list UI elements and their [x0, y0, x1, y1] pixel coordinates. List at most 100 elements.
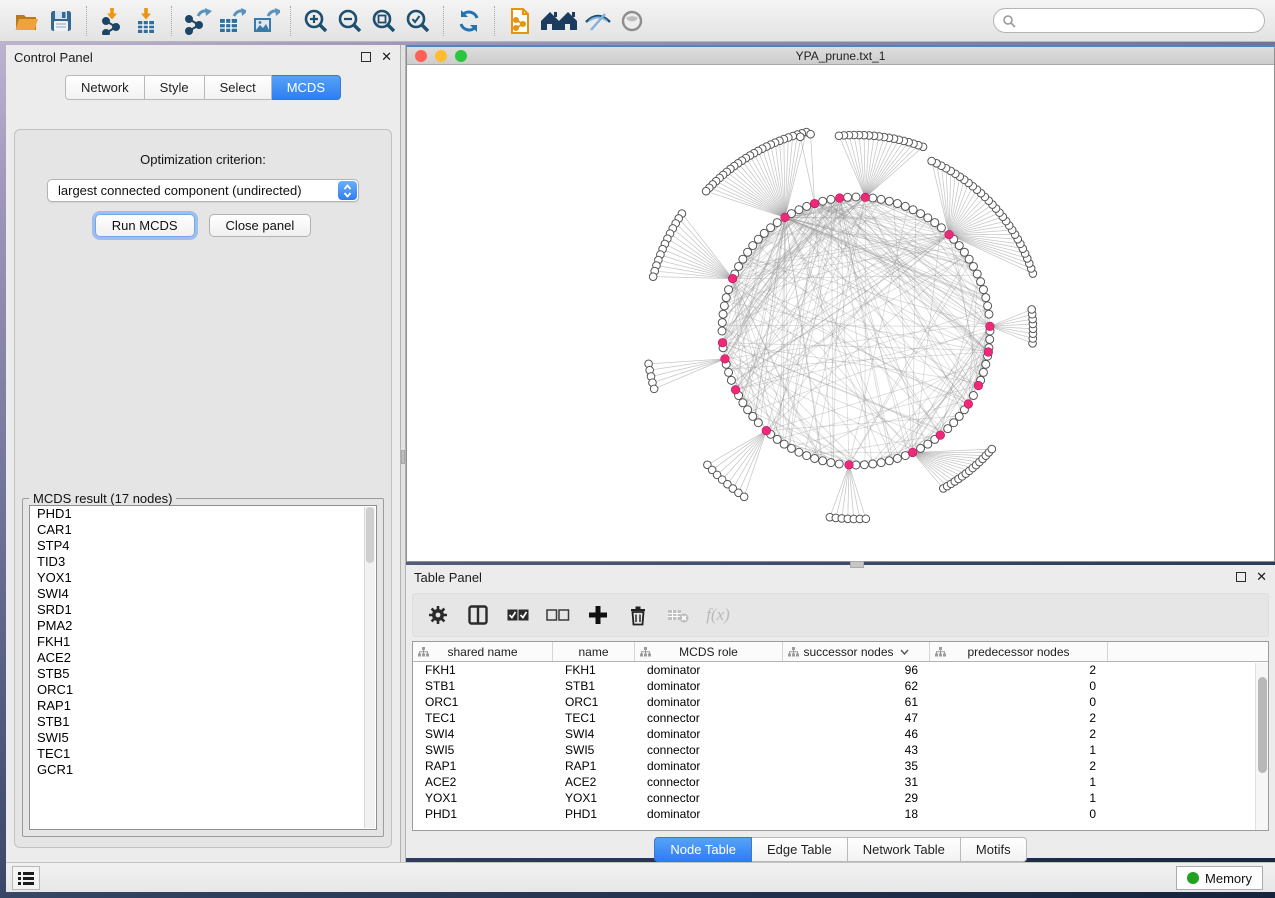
search-field[interactable]: [993, 8, 1265, 33]
deselect-all-button[interactable]: [545, 602, 571, 628]
table-cell: dominator: [635, 806, 783, 822]
table-cell: 61: [783, 694, 930, 710]
mcds-result-item[interactable]: SWI5: [30, 730, 376, 746]
show-all-button[interactable]: [615, 4, 649, 38]
table-row[interactable]: TEC1TEC1connector472: [413, 710, 1268, 726]
run-mcds-button[interactable]: Run MCDS: [95, 214, 195, 237]
table-cell-filler: [1108, 774, 1268, 790]
table-tab-network-table[interactable]: Network Table: [848, 837, 961, 862]
table-cell: connector: [635, 790, 783, 806]
import-table-button[interactable]: [129, 4, 163, 38]
column-header-shared-name[interactable]: shared name: [413, 642, 553, 661]
splitter-grip[interactable]: [401, 450, 405, 464]
table-row[interactable]: FKH1FKH1dominator962: [413, 662, 1268, 678]
close-panel-button[interactable]: Close panel: [209, 214, 312, 237]
mcds-result-item[interactable]: PMA2: [30, 618, 376, 634]
control-panel-title: Control Panel: [14, 50, 93, 65]
table-tab-motifs[interactable]: Motifs: [961, 837, 1027, 862]
mcds-result-item[interactable]: SWI4: [30, 586, 376, 602]
mcds-result-item[interactable]: ACE2: [30, 650, 376, 666]
mcds-result-item[interactable]: RAP1: [30, 698, 376, 714]
table-row[interactable]: ACE2ACE2connector311: [413, 774, 1268, 790]
function-builder-button-disabled[interactable]: f(x): [705, 602, 731, 628]
mcds-result-group: MCDS result (17 nodes) PHD1CAR1STP4TID3Y…: [22, 498, 384, 837]
table-tab-edge-table[interactable]: Edge Table: [752, 837, 848, 862]
horizontal-splitter-grip[interactable]: [850, 561, 864, 568]
mcds-result-item[interactable]: PHD1: [30, 506, 376, 522]
zoom-fit-button[interactable]: [367, 4, 401, 38]
delete-table-button-disabled[interactable]: [665, 602, 691, 628]
export-image-button[interactable]: [248, 4, 282, 38]
tab-mcds[interactable]: MCDS: [272, 75, 341, 100]
mcds-result-list[interactable]: PHD1CAR1STP4TID3YOX1SWI4SRD1PMA2FKH1ACE2…: [29, 505, 377, 830]
zoom-in-button[interactable]: [299, 4, 333, 38]
table-row[interactable]: SWI5SWI5connector431: [413, 742, 1268, 758]
add-column-button[interactable]: [585, 602, 611, 628]
mcds-result-item[interactable]: YOX1: [30, 570, 376, 586]
mcds-result-item[interactable]: TID3: [30, 554, 376, 570]
select-all-button[interactable]: [505, 602, 531, 628]
export-table-button[interactable]: [214, 4, 248, 38]
mcds-result-item[interactable]: SRD1: [30, 602, 376, 618]
delete-column-button[interactable]: [625, 602, 651, 628]
column-header-MCDS-role[interactable]: MCDS role: [635, 642, 783, 661]
criterion-dropdown[interactable]: largest connected component (undirected): [47, 179, 359, 202]
table-row[interactable]: SWI4SWI4dominator462: [413, 726, 1268, 742]
zoom-selected-button[interactable]: [401, 4, 435, 38]
table-cell: SWI4: [553, 726, 635, 742]
tab-style[interactable]: Style: [145, 75, 205, 100]
mcds-result-item[interactable]: STB1: [30, 714, 376, 730]
mcds-result-item[interactable]: STB5: [30, 666, 376, 682]
split-panel-button[interactable]: [465, 602, 491, 628]
table-scrollbar[interactable]: [1255, 663, 1268, 830]
refresh-layout-button[interactable]: [452, 4, 486, 38]
close-table-panel-icon[interactable]: ✕: [1256, 572, 1267, 582]
table-tab-node-table[interactable]: Node Table: [654, 837, 752, 862]
table-row[interactable]: STB1STB1dominator620: [413, 678, 1268, 694]
float-table-panel-icon[interactable]: [1236, 572, 1246, 582]
export-table-icon: [216, 7, 246, 35]
column-header-predecessor-nodes[interactable]: predecessor nodes: [930, 642, 1108, 661]
result-scrollbar-thumb[interactable]: [366, 507, 374, 563]
column-header-successor-nodes[interactable]: successor nodes: [783, 642, 930, 661]
tab-network[interactable]: Network: [65, 75, 145, 100]
mcds-result-item[interactable]: FKH1: [30, 634, 376, 650]
table-options-gear-button[interactable]: [425, 602, 451, 628]
mcds-result-item[interactable]: TEC1: [30, 746, 376, 762]
save-session-button[interactable]: [44, 4, 78, 38]
import-network-button[interactable]: [95, 4, 129, 38]
node-table[interactable]: shared namenameMCDS rolesuccessor nodesp…: [412, 641, 1269, 831]
network-canvas[interactable]: [407, 67, 1274, 561]
eye-slash-icon: [583, 8, 613, 34]
table-row[interactable]: RAP1RAP1dominator352: [413, 758, 1268, 774]
column-header-name[interactable]: name: [553, 642, 635, 661]
mcds-result-item[interactable]: ORC1: [30, 682, 376, 698]
mcds-result-item[interactable]: STP4: [30, 538, 376, 554]
search-input[interactable]: [1016, 14, 1256, 28]
memory-button[interactable]: Memory: [1176, 866, 1263, 890]
result-list-scrollbar[interactable]: [364, 507, 375, 828]
task-history-button[interactable]: [12, 866, 40, 890]
network-graph[interactable]: [407, 67, 1274, 564]
table-row[interactable]: ORC1ORC1dominator610: [413, 694, 1268, 710]
network-window-titlebar[interactable]: YPA_prune.txt_1: [407, 47, 1274, 65]
table-cell: 29: [783, 790, 930, 806]
home-view-button[interactable]: [537, 4, 581, 38]
table-row[interactable]: YOX1YOX1connector291: [413, 790, 1268, 806]
hide-selected-button[interactable]: [581, 4, 615, 38]
mcds-result-item[interactable]: CAR1: [30, 522, 376, 538]
close-panel-icon[interactable]: ✕: [381, 52, 392, 62]
mcds-tab-content: Optimization criterion: largest connecte…: [14, 129, 392, 848]
zoom-out-button[interactable]: [333, 4, 367, 38]
tab-select[interactable]: Select: [205, 75, 272, 100]
table-scrollbar-thumb[interactable]: [1258, 677, 1267, 773]
houses-icon: [539, 8, 579, 34]
table-cell: ACE2: [413, 774, 553, 790]
network-file-button[interactable]: [503, 4, 537, 38]
mcds-result-item[interactable]: GCR1: [30, 762, 376, 778]
export-network-button[interactable]: [180, 4, 214, 38]
table-row[interactable]: PHD1PHD1dominator180: [413, 806, 1268, 822]
table-cell-filler: [1108, 726, 1268, 742]
open-session-button[interactable]: [10, 4, 44, 38]
float-panel-icon[interactable]: [361, 52, 371, 62]
